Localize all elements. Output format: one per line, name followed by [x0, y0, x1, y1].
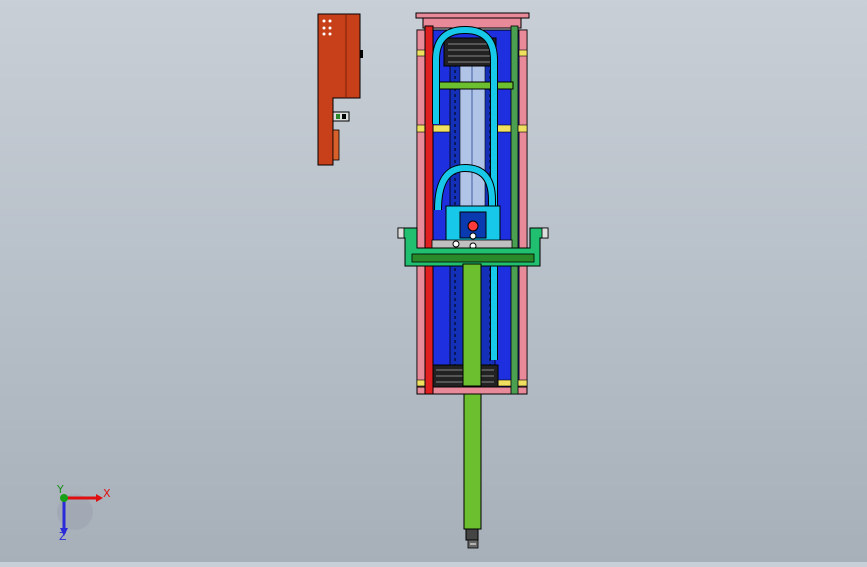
cad-viewport[interactable]: X Y Z	[0, 0, 867, 562]
green-extension-shaft[interactable]	[463, 393, 482, 549]
vertical-lift-assembly[interactable]	[397, 12, 549, 395]
y-axis-label: Y	[57, 483, 64, 496]
z-axis-label: Z	[59, 530, 67, 543]
x-axis-label: X	[103, 487, 111, 500]
orange-mounting-plate[interactable]	[317, 13, 363, 166]
